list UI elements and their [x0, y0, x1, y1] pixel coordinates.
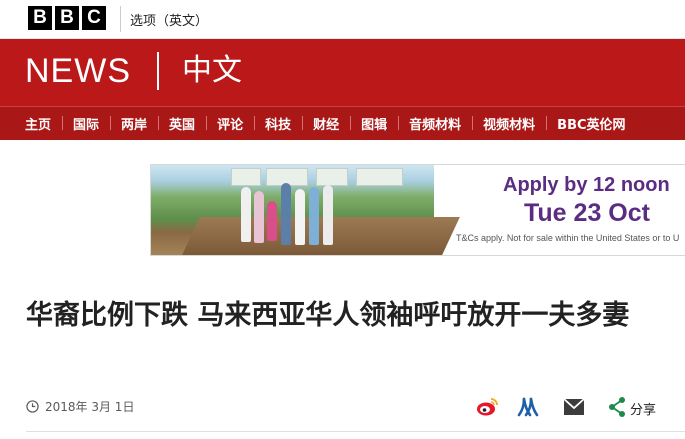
photo-boardwalk	[182, 217, 460, 255]
renren-icon[interactable]	[515, 395, 541, 419]
share-icon[interactable]	[608, 395, 626, 419]
bbc-logo-letter: C	[82, 6, 106, 30]
share-label[interactable]: 分享	[630, 399, 656, 418]
ad-family-photo	[151, 165, 460, 255]
content-divider	[26, 431, 685, 432]
news-header: NEWS 中文	[0, 39, 685, 106]
ad-disclaimer: T&Cs apply. Not for sale within the Unit…	[456, 233, 680, 243]
bbc-logo-letter: B	[55, 6, 79, 30]
ad-deadline: Tue 23 Oct	[524, 199, 650, 227]
ad-headline: Apply by 12 noon	[503, 174, 670, 196]
nav-item-cross-strait[interactable]: 两岸	[110, 114, 158, 133]
nav-item-technology[interactable]: 科技	[254, 114, 302, 133]
photo-person	[295, 189, 305, 245]
photo-person	[267, 201, 277, 241]
photo-building	[356, 168, 403, 186]
article-date: 2018年 3月 1日	[45, 400, 135, 414]
photo-person	[241, 187, 251, 242]
nav-item-opinion[interactable]: 评论	[206, 114, 254, 133]
photo-person	[281, 183, 291, 245]
email-icon[interactable]	[563, 395, 585, 419]
topbar-divider	[120, 6, 121, 32]
bbc-logo-letter: B	[28, 6, 52, 30]
advertisement-banner[interactable]: Apply by 12 noon Tue 23 Oct T&Cs apply. …	[150, 164, 685, 256]
photo-building	[231, 168, 261, 186]
share-tools: 分享	[475, 395, 685, 421]
header-separator	[157, 52, 159, 90]
main-navigation: 主页 国际 两岸 英国 评论 科技 财经 图辑 音频材料 视频材料 BBC英伦网	[0, 106, 685, 140]
nav-item-bbc-english[interactable]: BBC英伦网	[546, 114, 636, 133]
language-options-link[interactable]: 选项（英文）	[130, 10, 208, 29]
nav-item-world[interactable]: 国际	[62, 114, 110, 133]
nav-item-audio[interactable]: 音频材料	[398, 114, 472, 133]
nav-item-video[interactable]: 视频材料	[472, 114, 546, 133]
article-headline: 华裔比例下跌 马来西亚华人领袖呼吁放开一夫多妻	[26, 300, 630, 331]
clock-icon	[26, 400, 39, 413]
nav-item-business[interactable]: 财经	[302, 114, 350, 133]
photo-person	[309, 187, 319, 245]
nav-item-uk[interactable]: 英国	[158, 114, 206, 133]
bbc-logo[interactable]: B B C	[28, 6, 106, 30]
photo-person	[254, 191, 264, 243]
bbc-top-bar: B B C 选项（英文）	[0, 0, 685, 39]
photo-building	[316, 168, 348, 186]
nav-item-pictures[interactable]: 图辑	[350, 114, 398, 133]
weibo-icon[interactable]	[475, 395, 499, 419]
article-meta: 2018年 3月 1日	[26, 398, 134, 415]
nav-item-home[interactable]: 主页	[14, 114, 62, 133]
photo-person	[323, 185, 333, 245]
section-title[interactable]: 中文	[182, 51, 242, 91]
news-logo[interactable]: NEWS	[25, 51, 131, 91]
